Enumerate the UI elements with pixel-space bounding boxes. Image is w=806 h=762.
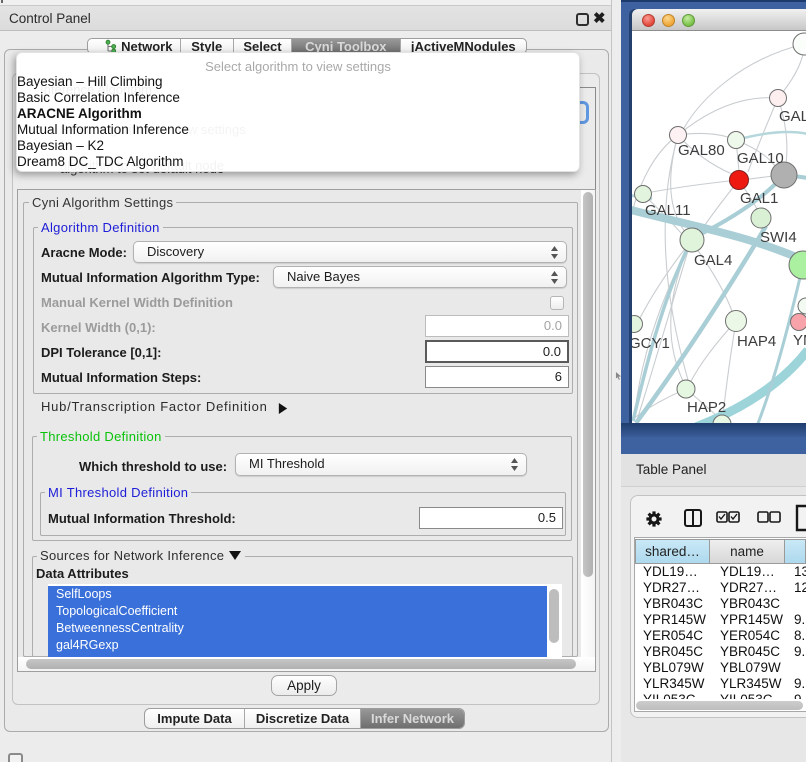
svg-text:SWI4: SWI4 xyxy=(760,229,797,246)
svg-text:HAP4: HAP4 xyxy=(737,333,776,350)
svg-text:HAP2: HAP2 xyxy=(687,399,726,416)
svg-text:GAL4: GAL4 xyxy=(694,252,732,269)
svg-text:GCY1: GCY1 xyxy=(632,335,670,352)
svg-text:GAL80: GAL80 xyxy=(678,142,725,159)
svg-text:GAL1: GAL1 xyxy=(740,190,778,207)
svg-text:GAL: GAL xyxy=(779,108,806,125)
svg-text:YM: YM xyxy=(793,332,806,349)
svg-text:GAL10: GAL10 xyxy=(737,150,784,167)
svg-text:GAL11: GAL11 xyxy=(645,202,691,219)
